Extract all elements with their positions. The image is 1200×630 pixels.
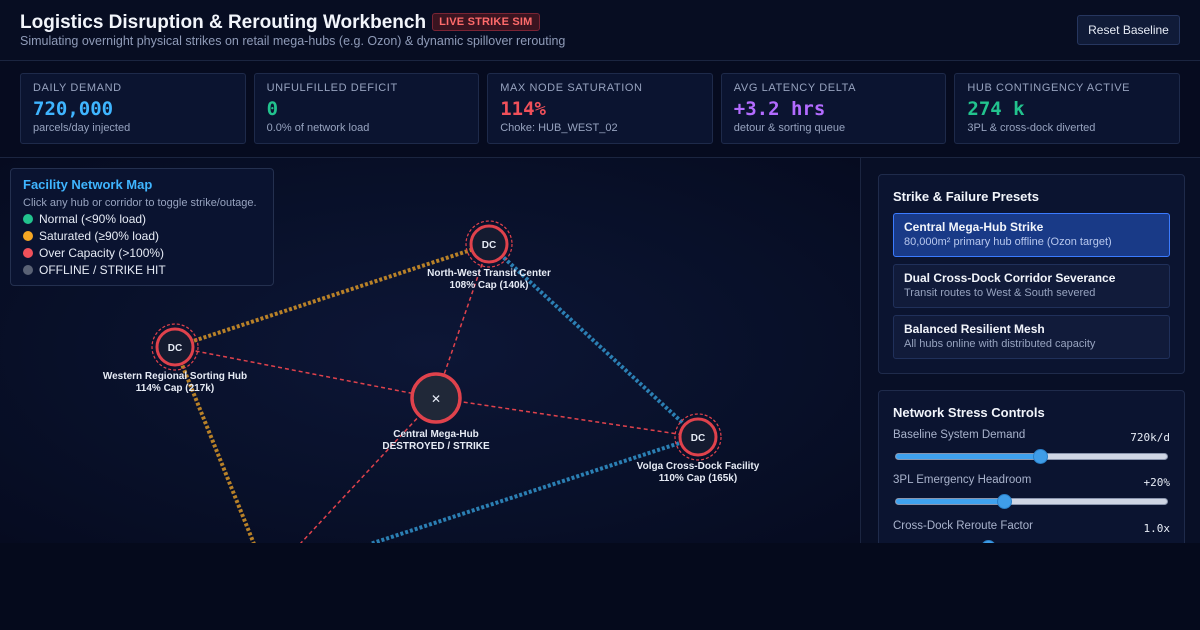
slider-label: Cross-Dock Reroute Factor bbox=[893, 520, 1033, 532]
kpi-row: DAILY DEMAND 720,000 parcels/day injecte… bbox=[20, 73, 1180, 144]
kpi-sub: detour & sorting queue bbox=[733, 122, 846, 134]
3pl-headroom-slider[interactable] bbox=[893, 494, 1170, 509]
slider-thumb[interactable] bbox=[1032, 449, 1048, 464]
slider-thumb[interactable] bbox=[997, 494, 1013, 509]
kpi-hub-contingency: HUB CONTINGENCY ACTIVE 274 k 3PL & cross… bbox=[954, 73, 1180, 144]
status-dot-icon bbox=[23, 265, 33, 275]
kpi-sub: Choke: HUB_WEST_02 bbox=[500, 122, 618, 134]
corridor-volga-south[interactable] bbox=[369, 435, 699, 543]
hub-status: DESTROYED / STRIKE bbox=[382, 441, 490, 452]
slider-value: 1.0x bbox=[1143, 522, 1171, 535]
kpi-max-node-saturation: MAX NODE SATURATION 114% Choke: HUB_WEST… bbox=[487, 73, 713, 144]
hub-glyph: DC bbox=[168, 343, 182, 354]
slider-label: Baseline System Demand bbox=[893, 429, 1026, 441]
kpi-value: +3.2 hrs bbox=[733, 98, 826, 120]
kpi-value: 0 bbox=[266, 98, 279, 120]
stress-controls-card: Network Stress Controls Baseline System … bbox=[878, 390, 1185, 543]
stress-controls-title: Network Stress Controls bbox=[893, 405, 1045, 420]
hub-name: Volga Cross-Dock Facility bbox=[637, 461, 760, 472]
hub-status: 108% Cap (140k) bbox=[450, 280, 529, 291]
status-dot-icon bbox=[23, 231, 33, 241]
legend-item-offline: OFFLINE / STRIKE HIT bbox=[23, 263, 261, 277]
status-dot-icon bbox=[23, 248, 33, 258]
corridor-central-south[interactable] bbox=[299, 397, 437, 543]
kpi-sub: parcels/day injected bbox=[33, 122, 131, 134]
app-root: Logistics Disruption & Rerouting Workben… bbox=[0, 0, 1200, 630]
kpi-label: HUB CONTINGENCY ACTIVE bbox=[967, 82, 1131, 94]
hub-glyph: DC bbox=[482, 240, 496, 251]
kpi-label: MAX NODE SATURATION bbox=[500, 82, 643, 94]
preset-desc: All hubs online with distributed capacit… bbox=[904, 338, 1096, 350]
slider-track bbox=[895, 453, 1168, 460]
live-sim-badge: LIVE STRIKE SIM bbox=[432, 13, 540, 31]
strike-x-icon: ✕ bbox=[431, 392, 441, 406]
legend-item-normal: Normal (<90% load) bbox=[23, 212, 261, 226]
preset-central-mega-hub-strike[interactable]: Central Mega-Hub Strike 80,000m² primary… bbox=[893, 213, 1170, 257]
hub-name: Western Regional Sorting Hub bbox=[103, 371, 247, 382]
legend-hint: Click any hub or corridor to toggle stri… bbox=[23, 197, 257, 209]
map-legend: Facility Network Map Click any hub or co… bbox=[10, 168, 274, 286]
bottom-empty-area bbox=[0, 543, 1200, 630]
reset-baseline-button[interactable]: Reset Baseline bbox=[1077, 15, 1180, 45]
slider-value: 720k/d bbox=[1130, 431, 1170, 444]
page-title: Logistics Disruption & Rerouting Workben… bbox=[20, 12, 540, 34]
kpi-value: 274 k bbox=[967, 98, 1025, 120]
preset-balanced-resilient-mesh[interactable]: Balanced Resilient Mesh All hubs online … bbox=[893, 315, 1170, 359]
presets-card: Strike & Failure Presets Central Mega-Hu… bbox=[878, 174, 1185, 374]
kpi-value: 720,000 bbox=[33, 98, 114, 120]
preset-desc: 80,000m² primary hub offline (Ozon targe… bbox=[904, 236, 1112, 248]
hub-central-mega[interactable]: ✕ Central Mega-Hub DESTROYED / STRIKE bbox=[382, 372, 490, 452]
kpi-unfulfilled-deficit: UNFULFILLED DEFICIT 0 0.0% of network lo… bbox=[253, 73, 480, 144]
slider-label: 3PL Emergency Headroom bbox=[893, 474, 1032, 486]
kpi-sub: 3PL & cross-dock diverted bbox=[967, 122, 1096, 134]
preset-desc: Transit routes to West & South severed bbox=[904, 287, 1096, 299]
preset-name: Central Mega-Hub Strike bbox=[904, 220, 1044, 234]
hub-name: Central Mega-Hub bbox=[393, 429, 479, 440]
hub-glyph: DC bbox=[691, 433, 705, 444]
legend-item-label: Over Capacity (>100%) bbox=[39, 246, 165, 260]
legend-item-over-capacity: Over Capacity (>100%) bbox=[23, 246, 261, 260]
hub-western-regional[interactable]: DC Western Regional Sorting Hub 114% Cap… bbox=[103, 323, 247, 394]
slider-fill bbox=[896, 454, 1040, 459]
slider-fill bbox=[896, 499, 1005, 504]
hub-north-west[interactable]: DC North-West Transit Center 108% Cap (1… bbox=[427, 220, 551, 291]
control-sidebar: Strike & Failure Presets Central Mega-Hu… bbox=[860, 157, 1200, 543]
hub-volga-cross-dock[interactable]: DC Volga Cross-Dock Facility 110% Cap (1… bbox=[637, 413, 760, 484]
hub-status: 110% Cap (165k) bbox=[659, 473, 737, 484]
legend-item-label: Saturated (≥90% load) bbox=[39, 229, 159, 243]
hub-name: North-West Transit Center bbox=[427, 268, 551, 279]
preset-name: Balanced Resilient Mesh bbox=[904, 322, 1045, 336]
kpi-value: 114% bbox=[500, 98, 546, 120]
presets-title: Strike & Failure Presets bbox=[893, 189, 1039, 204]
baseline-demand-slider[interactable] bbox=[893, 449, 1170, 464]
slider-value: +20% bbox=[1143, 476, 1171, 489]
kpi-avg-latency-delta: AVG LATENCY DELTA +3.2 hrs detour & sort… bbox=[720, 73, 947, 144]
legend-title: Facility Network Map bbox=[23, 177, 153, 192]
preset-dual-cross-dock-severance[interactable]: Dual Cross-Dock Corridor Severance Trans… bbox=[893, 264, 1170, 308]
kpi-daily-demand: DAILY DEMAND 720,000 parcels/day injecte… bbox=[20, 73, 246, 144]
legend-item-label: Normal (<90% load) bbox=[39, 212, 147, 226]
header: Logistics Disruption & Rerouting Workben… bbox=[0, 0, 1200, 61]
slider-track bbox=[895, 498, 1168, 505]
legend-item-saturated: Saturated (≥90% load) bbox=[23, 229, 261, 243]
kpi-label: AVG LATENCY DELTA bbox=[733, 82, 857, 94]
kpi-label: UNFULFILLED DEFICIT bbox=[266, 82, 398, 94]
status-dot-icon bbox=[23, 214, 33, 224]
facility-network-map: DC North-West Transit Center 108% Cap (1… bbox=[0, 157, 860, 543]
kpi-label: DAILY DEMAND bbox=[33, 82, 122, 94]
legend-item-label: OFFLINE / STRIKE HIT bbox=[39, 263, 166, 277]
page-title-text: Logistics Disruption & Rerouting Workben… bbox=[20, 12, 427, 33]
page-subtitle: Simulating overnight physical strikes on… bbox=[20, 34, 566, 48]
preset-name: Dual Cross-Dock Corridor Severance bbox=[904, 271, 1116, 285]
kpi-sub: 0.0% of network load bbox=[266, 122, 370, 134]
hub-status: 114% Cap (217k) bbox=[136, 383, 214, 394]
